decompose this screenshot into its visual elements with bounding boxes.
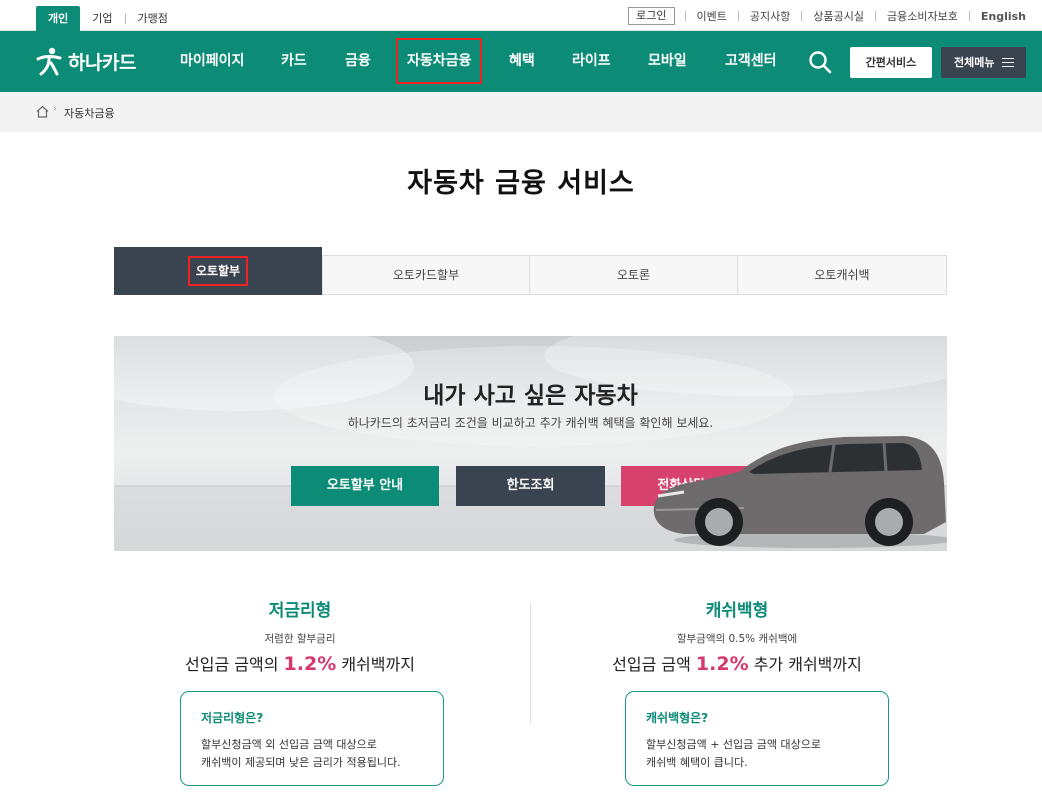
menu-finance[interactable]: 금융: [345, 31, 371, 92]
service-tabs: 오토할부 오토카드할부 오토론 오토캐쉬백: [114, 247, 947, 295]
menu-auto-finance[interactable]: 자동차금융: [395, 38, 483, 84]
info-line: 할부신청금액 + 선입금 금액 대상으로: [646, 738, 822, 751]
segment-personal[interactable]: 개인: [36, 6, 81, 31]
cashback-rate: 1.2%: [283, 653, 337, 675]
low-rate-info-box: 저금리형은? 할부신청금액 외 선입금 금액 대상으로 캐쉬백이 제공되며 낮은…: [180, 691, 444, 786]
product-desc: 저렴한 할부금리: [264, 633, 336, 645]
info-title: 캐쉬백형은?: [646, 711, 709, 725]
tab-auto-card-installment[interactable]: 오토카드할부: [322, 255, 530, 295]
menu-life[interactable]: 라이프: [572, 31, 611, 92]
headline-pre: 선입금 금액: [612, 655, 696, 674]
headline-post: 추가 캐쉬백까지: [748, 655, 862, 674]
home-icon[interactable]: [36, 105, 49, 118]
hanacard-logo[interactable]: 하나카드: [36, 46, 136, 76]
menu-mobile[interactable]: 모바일: [648, 31, 687, 92]
hero-title: 내가 사고 싶은 자동차: [423, 383, 638, 409]
link-consumer-protection[interactable]: 금융소비자보호: [876, 8, 969, 24]
auto-installment-guide-button[interactable]: 오토할부 안내: [291, 466, 439, 506]
info-line: 할부신청금액 외 선입금 금액 대상으로: [201, 738, 377, 751]
breadcrumb-current[interactable]: 자동차금융: [64, 105, 115, 121]
menu-benefits[interactable]: 혜택: [509, 31, 535, 92]
utility-bar: 개인 기업 가맹점 로그인 이벤트 공지사항 상품공시실 금융소비자보호 Eng…: [0, 0, 1042, 31]
info-text: 할부신청금액 + 선입금 금액 대상으로 캐쉬백 혜택이 큽니다.: [646, 736, 868, 772]
product-name: 저금리형: [268, 601, 332, 621]
segment-merchant[interactable]: 가맹점: [126, 6, 180, 31]
cashback-rate: 1.2%: [695, 653, 749, 675]
info-text: 할부신청금액 외 선입금 금액 대상으로 캐쉬백이 제공되며 낮은 금리가 적용…: [201, 736, 423, 772]
logo-text: 하나카드: [68, 51, 136, 74]
cashback-info-box: 캐쉬백형은? 할부신청금액 + 선입금 금액 대상으로 캐쉬백 혜택이 큽니다.: [625, 691, 889, 786]
main-navigation: 하나카드 마이페이지 카드 금융 자동차금융 혜택 라이프 모바일 고객센터 간…: [0, 31, 1042, 92]
product-headline: 선입금 금액 1.2% 추가 캐쉬백까지: [527, 651, 947, 675]
link-event[interactable]: 이벤트: [686, 8, 738, 24]
chevron-right-icon: ›: [53, 104, 57, 114]
headline-pre: 선입금 금액의: [185, 655, 284, 674]
all-menu-button[interactable]: 전체메뉴: [941, 47, 1026, 78]
info-line: 캐쉬백이 제공되며 낮은 금리가 적용됩니다.: [201, 756, 401, 769]
tab-auto-loan[interactable]: 오토론: [530, 255, 738, 295]
info-title: 저금리형은?: [201, 711, 264, 725]
search-icon[interactable]: [808, 50, 832, 74]
limit-inquiry-button[interactable]: 한도조회: [456, 466, 605, 506]
info-line: 캐쉬백 혜택이 큽니다.: [646, 756, 748, 769]
menu-card[interactable]: 카드: [281, 31, 307, 92]
page-title: 자동차 금융 서비스: [407, 168, 635, 199]
product-headline: 선입금 금액의 1.2% 캐쉬백까지: [90, 651, 510, 675]
menu-customer-center[interactable]: 고객센터: [725, 31, 777, 92]
link-english[interactable]: English: [970, 10, 1026, 23]
customer-type-tabs: 개인 기업 가맹점: [36, 6, 180, 31]
link-notice[interactable]: 공지사항: [739, 8, 801, 24]
suv-car-image: [653, 436, 947, 548]
product-name: 캐쉬백형: [705, 601, 769, 621]
segment-business[interactable]: 기업: [80, 6, 124, 31]
hero-banner: 내가 사고 싶은 자동차 하나카드의 초저금리 조건을 비교하고 추가 캐쉬백 …: [114, 336, 947, 551]
tab-auto-cashback[interactable]: 오토캐쉬백: [738, 255, 947, 295]
utility-links: 로그인 이벤트 공지사항 상품공시실 금융소비자보호 English: [628, 7, 1026, 25]
quick-service-button[interactable]: 간편서비스: [850, 47, 932, 78]
product-low-rate: 저금리형 저렴한 할부금리 선입금 금액의 1.2% 캐쉬백까지: [90, 596, 510, 675]
product-cashback: 캐쉬백형 할부금액의 0.5% 캐쉬백에 선입금 금액 1.2% 추가 캐쉬백까…: [527, 596, 947, 675]
menu-mypage[interactable]: 마이페이지: [180, 31, 244, 92]
headline-post: 캐쉬백까지: [336, 655, 415, 674]
breadcrumb: › 자동차금융: [0, 92, 1042, 132]
product-desc: 할부금액의 0.5% 캐쉬백에: [676, 633, 798, 645]
hana-logo-icon: [36, 47, 62, 76]
all-menu-label: 전체메뉴: [954, 56, 995, 69]
tab-label: 오토할부: [187, 256, 249, 286]
link-product-disclosure[interactable]: 상품공시실: [802, 8, 875, 24]
hamburger-icon: [1002, 58, 1014, 67]
tab-auto-installment[interactable]: 오토할부: [114, 247, 322, 295]
login-button[interactable]: 로그인: [628, 7, 675, 25]
